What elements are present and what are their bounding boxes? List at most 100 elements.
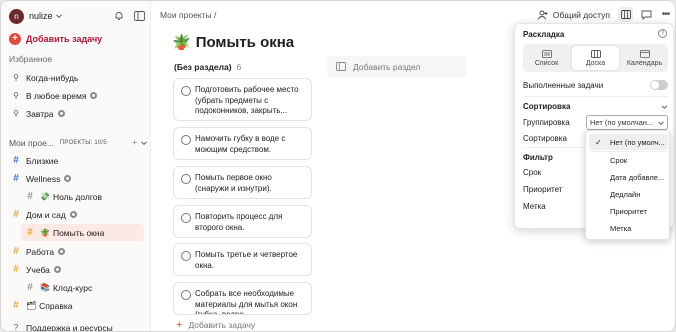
completed-toggle[interactable] [650,80,668,90]
board-view-icon [620,10,631,19]
check-icon: ✓ [595,137,602,147]
project-item-claude-course[interactable]: # 📚 Клод-курс [21,279,144,296]
section-count: 6 [236,62,242,72]
shared-icon [53,266,61,273]
sidebar-toggle-icon[interactable] [134,11,145,22]
task-checkbox[interactable] [181,290,191,300]
project-label: Дом и сад [26,209,66,220]
view-board-tab[interactable]: Доска [572,46,619,70]
task-card[interactable]: Намочить губку в воде с моющим средством… [173,127,312,160]
shared-icon [57,110,65,117]
grouping-option-priority[interactable]: Приоритет [589,203,668,219]
page-title-text[interactable]: Помыть окна [196,34,294,51]
hash-icon: # [13,209,19,220]
view-list-tab[interactable]: Список [523,44,570,72]
favorite-item-someday[interactable]: ⚲ Когда-нибудь [7,69,145,86]
grouping-option-due[interactable]: Срок [589,152,668,168]
view-options-button[interactable] [618,7,633,22]
more-icon[interactable]: ••• [660,9,671,20]
share-button[interactable]: Общий доступ [537,9,610,20]
projects-header-label: Мои прое... [9,137,54,148]
task-text: Намочить губку в воде с моющим средством… [195,134,286,154]
project-item-close[interactable]: # Близкие [7,152,145,169]
task-card[interactable]: Помыть третье и четвертое окна. [173,243,312,276]
task-checkbox[interactable] [181,213,191,223]
user-name[interactable]: nulize [29,11,53,21]
sort-header-row[interactable]: Сортировка [523,102,668,111]
sort-header: Сортировка [523,102,571,111]
task-card[interactable]: Помыть первое окно (снаружи и изнутри). [173,166,312,199]
grouping-option-none[interactable]: ✓ Нет (по умолч... [589,134,668,150]
favorite-item-tomorrow[interactable]: ⚲ Завтра [7,105,145,122]
project-label: Ноль долгов [52,191,103,202]
pin-icon: ⚲ [13,91,19,100]
calendar-view-icon [639,49,650,58]
view-board-label: Доска [585,59,606,67]
project-label: Помыть окна [52,227,105,238]
favorite-label: Когда-нибудь [26,72,79,83]
grouping-dropdown: ✓ Нет (по умолч... Срок Дата добавле... … [585,130,670,240]
plant-icon: 🪴 [40,228,50,237]
completed-label: Выполненные задачи [523,80,604,90]
share-label: Общий доступ [552,9,610,20]
help-resources-link[interactable]: ? Поддержка и ресурсы [7,319,145,332]
add-task-bottom-button[interactable]: + Добавить задачу [176,319,255,331]
hash-icon: # [27,282,33,293]
bell-icon[interactable] [113,11,124,22]
task-checkbox[interactable] [181,135,191,145]
board-view-icon [590,49,601,58]
pin-icon: ⚲ [13,109,19,118]
grouping-select[interactable]: Нет (по умолчан... [586,115,668,130]
favorite-item-anytime[interactable]: ⚲ В любое время [7,87,145,104]
add-task-button[interactable]: + Добавить задачу [9,33,102,45]
plus-icon[interactable]: + [132,138,137,147]
money-icon: 💸 [40,192,50,201]
add-task-label: Добавить задачу [26,34,103,44]
grouping-option-added[interactable]: Дата добавле... [589,169,668,185]
task-text: Помыть первое окно (снаружи и изнутри). [195,173,272,193]
projects-header[interactable]: Мои прое... ПРОЕКТЫ: 10/5 + [5,134,147,151]
project-label: Справка [39,300,73,311]
pin-icon: ⚲ [13,73,19,82]
task-checkbox[interactable] [181,251,191,261]
favorites-header[interactable]: Избранное [9,54,52,64]
task-card[interactable]: Подготовить рабочее место (убрать предме… [173,78,312,121]
comment-icon[interactable] [641,9,652,20]
breadcrumb[interactable]: Мои проекты / [160,10,216,20]
grouping-value: Нет (по умолчан... [590,118,654,127]
chevron-down-icon[interactable] [55,13,62,19]
task-checkbox[interactable] [181,86,191,96]
books-icon: 📚 [40,283,50,292]
hash-icon: # [13,173,19,184]
option-label: Нет (по умолч... [610,137,665,147]
view-calendar-tab[interactable]: Календарь [621,44,668,72]
task-checkbox[interactable] [181,174,191,184]
task-text: Подготовить рабочее место (убрать предме… [195,85,299,115]
hash-icon: # [13,264,19,275]
project-label: Клод-курс [52,282,93,293]
grouping-option-deadline[interactable]: Дедлайн [589,186,668,202]
view-list-label: Список [534,59,559,67]
add-section-icon [336,62,346,71]
folder-icon: 🗂 [26,301,37,310]
chevron-down-icon[interactable] [141,140,147,146]
avatar[interactable]: n [9,8,24,24]
project-item-zero-debt[interactable]: # 💸 Ноль долгов [21,188,144,205]
add-section-button[interactable]: Добавить раздел [327,56,466,77]
project-item-work[interactable]: # Работа [7,243,145,260]
task-card[interactable]: Собрать все необходимые материалы для мы… [173,282,312,315]
project-item-reference[interactable]: # 🗂 Справка [7,297,145,314]
project-item-home-garden[interactable]: # Дом и сад [7,206,145,223]
project-item-wellness[interactable]: # Wellness [7,170,145,187]
sidebar-top: n nulize [9,7,145,25]
filter-label: Метка [523,202,546,211]
project-item-study[interactable]: # Учеба [7,261,145,278]
plant-icon: 🪴 [172,34,191,51]
grouping-label: Группировка [523,118,570,127]
task-card[interactable]: Повторить процесс для второго окна. [173,205,312,238]
add-task-bottom-label: Добавить задачу [188,320,256,330]
grouping-option-label[interactable]: Метка [589,220,668,236]
project-item-wash-windows[interactable]: # 🪴 Помыть окна [21,224,144,241]
option-label: Дедлайн [610,189,641,199]
help-icon[interactable]: ? [658,29,667,38]
